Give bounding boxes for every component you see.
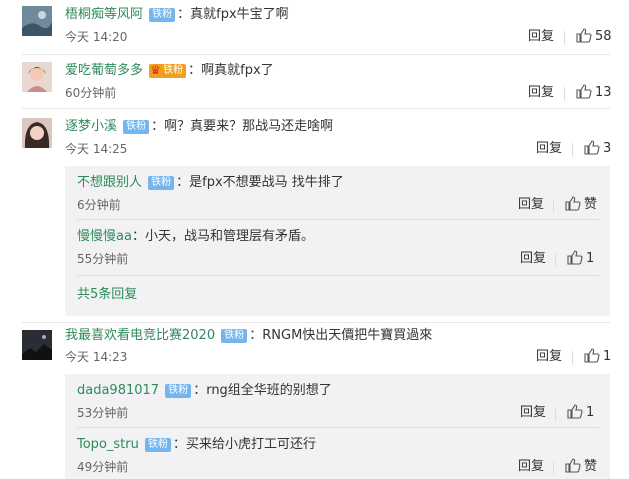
- reply-button[interactable]: 回复: [536, 348, 562, 366]
- badge-label: 铁粉: [163, 65, 184, 76]
- fan-badge: 铁粉: [123, 120, 150, 134]
- reply-line: 不想跟别人 铁粉 ：是fpx不想要战马 找牛排了: [77, 174, 344, 192]
- reply-button[interactable]: 回复: [536, 140, 562, 158]
- replier-name[interactable]: 不想跟别人: [77, 175, 142, 190]
- reply-button[interactable]: 回复: [520, 404, 546, 422]
- reply-button[interactable]: 回复: [518, 196, 544, 214]
- like-count: 1: [586, 251, 595, 266]
- like-count: 58: [595, 29, 612, 44]
- divider: [553, 461, 554, 475]
- divider: [564, 87, 565, 101]
- replier-name[interactable]: dada981017: [77, 383, 159, 398]
- comment-time: 今天 14:23: [65, 350, 128, 364]
- avatar[interactable]: [22, 6, 52, 36]
- like-count: 赞: [584, 197, 598, 212]
- fan-badge: ♛ 铁粉: [149, 63, 187, 78]
- crown-icon: ♛: [150, 63, 161, 77]
- comment-time: 60分钟前: [65, 86, 117, 100]
- reply-line: dada981017 铁粉 ：rng组全华班的别想了: [77, 382, 332, 400]
- more-replies-link[interactable]: 共5条回复: [77, 286, 137, 304]
- comment-text: ：RNGM快出天價把牛寶買過來: [249, 328, 433, 343]
- commenter-name[interactable]: 爱吃葡萄多多: [65, 63, 143, 78]
- thumb-up-icon: [584, 140, 600, 155]
- divider: [564, 31, 565, 45]
- like-button[interactable]: 3: [584, 140, 611, 158]
- fan-badge: 铁粉: [148, 176, 175, 190]
- avatar[interactable]: [22, 118, 52, 148]
- divider: [77, 219, 599, 220]
- comment-time: 今天 14:25: [65, 142, 128, 156]
- divider: [77, 275, 599, 276]
- comment-line: 我最喜欢看电竞比赛2020 铁粉 ：RNGM快出天價把牛寶買過來: [65, 327, 432, 345]
- reply-text: ：买来给小虎打工可还行: [173, 437, 317, 452]
- like-count: 13: [595, 85, 612, 100]
- like-button[interactable]: 赞: [565, 458, 597, 476]
- reply-line: Topo_stru 铁粉 ：买来给小虎打工可还行: [77, 436, 316, 454]
- replier-name[interactable]: Topo_stru: [77, 437, 139, 452]
- comment-line: 梧桐痴等风阿 铁粉 ：真就fpx牛宝了啊: [65, 6, 289, 24]
- divider: [572, 143, 573, 157]
- like-button[interactable]: 1: [584, 348, 611, 366]
- reply-button[interactable]: 回复: [518, 458, 544, 476]
- reply-button[interactable]: 回复: [528, 28, 554, 46]
- divider: [77, 427, 599, 428]
- divider: [553, 199, 554, 213]
- divider: [555, 407, 556, 421]
- divider: [22, 322, 610, 323]
- comment-line: 爱吃葡萄多多 ♛ 铁粉 ：啊真就fpx了: [65, 62, 274, 80]
- like-count: 1: [603, 349, 612, 364]
- like-button[interactable]: 13: [576, 84, 612, 102]
- commenter-name[interactable]: 梧桐痴等风阿: [65, 7, 143, 22]
- fan-badge: 铁粉: [149, 8, 176, 22]
- divider: [22, 54, 610, 55]
- fan-badge: 铁粉: [145, 438, 171, 452]
- divider: [572, 351, 573, 365]
- thumb-up-icon: [565, 458, 581, 473]
- replier-name[interactable]: 慢慢慢aa: [77, 229, 132, 244]
- divider: [555, 253, 556, 267]
- reply-time: 49分钟前: [77, 460, 129, 474]
- reply-button[interactable]: 回复: [520, 250, 546, 268]
- avatar[interactable]: [22, 330, 52, 360]
- commenter-name[interactable]: 我最喜欢看电竞比赛2020: [65, 328, 215, 343]
- comment-text: ：真就fpx牛宝了啊: [177, 7, 289, 22]
- fan-badge: 铁粉: [165, 384, 192, 398]
- reply-text: ：小天，战马和管理层有矛盾。: [131, 229, 314, 244]
- reply-line: 慢慢慢aa：小天，战马和管理层有矛盾。: [77, 228, 314, 246]
- reply-list: dada981017 铁粉 ：rng组全华班的别想了 53分钟前 回复 1 Top…: [65, 374, 610, 479]
- reply-time: 6分钟前: [77, 198, 121, 212]
- thumb-up-icon: [567, 404, 583, 419]
- commenter-name[interactable]: 逐梦小溪: [65, 119, 117, 134]
- reply-list: 不想跟别人 铁粉 ：是fpx不想要战马 找牛排了 6分钟前 回复 赞 慢慢慢aa：…: [65, 166, 610, 316]
- like-button[interactable]: 1: [567, 404, 594, 422]
- reply-button[interactable]: 回复: [528, 84, 554, 102]
- comment-text: ：啊真就fpx了: [188, 63, 274, 78]
- thumb-up-icon: [584, 348, 600, 363]
- reply-text: ：rng组全华班的别想了: [193, 383, 332, 398]
- divider: [22, 108, 610, 109]
- fan-badge: 铁粉: [221, 329, 248, 343]
- thumb-up-icon: [576, 84, 592, 99]
- like-count: 3: [603, 141, 612, 156]
- avatar[interactable]: [22, 62, 52, 92]
- like-count: 1: [586, 405, 595, 420]
- like-button[interactable]: 58: [576, 28, 612, 46]
- comment-line: 逐梦小溪 铁粉 ：啊？真要来？那战马还走啥啊: [65, 118, 333, 136]
- thumb-up-icon: [576, 28, 592, 43]
- thumb-up-icon: [567, 250, 583, 265]
- like-count: 赞: [584, 459, 598, 474]
- like-button[interactable]: 1: [567, 250, 594, 268]
- thumb-up-icon: [565, 196, 581, 211]
- like-button[interactable]: 赞: [565, 196, 597, 214]
- reply-time: 53分钟前: [77, 406, 129, 420]
- comment-text: ：啊？真要来？那战马还走啥啊: [151, 119, 334, 134]
- comment-time: 今天 14:20: [65, 30, 128, 44]
- reply-time: 55分钟前: [77, 252, 129, 266]
- reply-text: ：是fpx不想要战马 找牛排了: [176, 175, 344, 190]
